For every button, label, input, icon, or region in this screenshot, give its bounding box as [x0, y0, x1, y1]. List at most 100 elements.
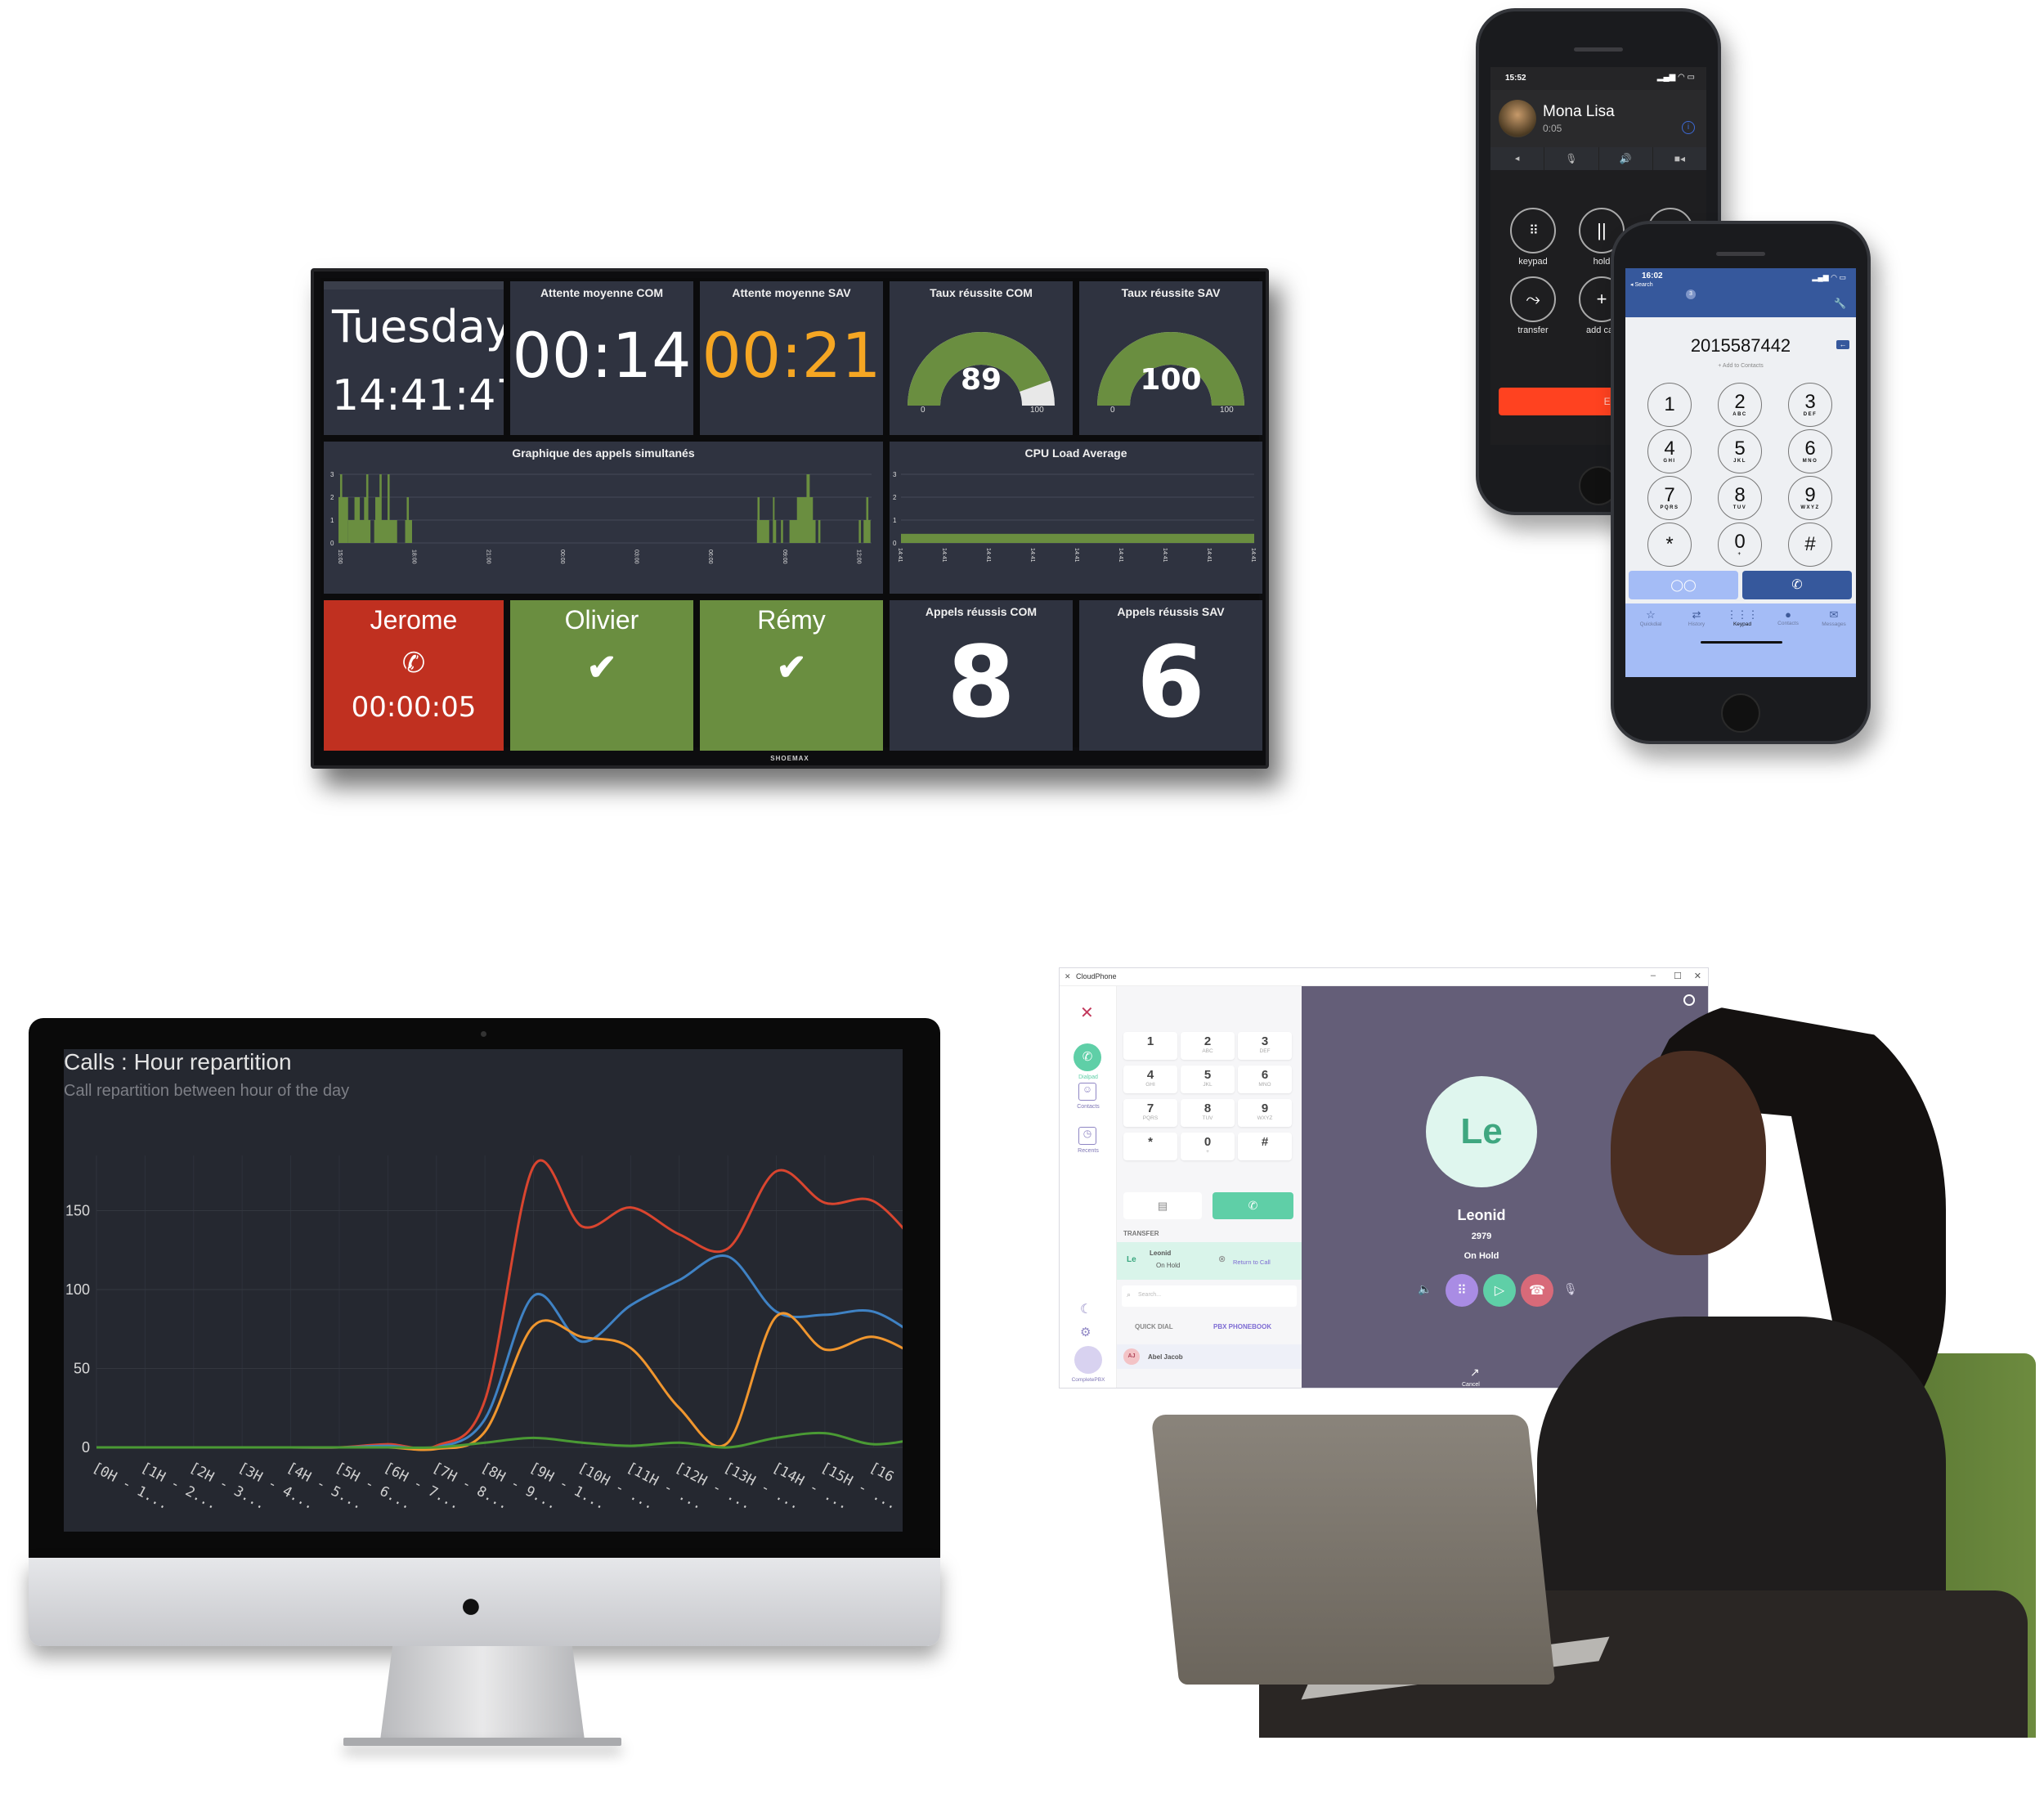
- cp-dial-key[interactable]: 4 GHI: [1123, 1066, 1177, 1093]
- tile-title: Attente moyenne COM: [540, 286, 664, 299]
- back-to-search-link[interactable]: ◂ Search: [1630, 281, 1653, 288]
- contact-list-item[interactable]: AJ Abel Jacob: [1117, 1344, 1302, 1369]
- dial-key[interactable]: 5 JKL: [1718, 429, 1762, 473]
- cancel-transfer-icon[interactable]: ⊗: [1218, 1254, 1226, 1264]
- speaker-icon[interactable]: 🔊: [1599, 147, 1653, 170]
- tab-messages[interactable]: ✉ Messages: [1812, 608, 1856, 627]
- signal-battery-icons: ▂▄▆ ◠ ▭: [1812, 273, 1846, 281]
- dial-key[interactable]: 0 +: [1718, 523, 1762, 567]
- tab-label: Quickdial: [1639, 621, 1662, 627]
- resume-button[interactable]: ▷: [1483, 1274, 1516, 1307]
- sidebar-item-dialpad[interactable]: Dialpad: [1060, 1074, 1117, 1080]
- dial-key[interactable]: #: [1788, 523, 1832, 567]
- dial-key[interactable]: 7 PQRS: [1647, 476, 1692, 520]
- backspace-icon[interactable]: ←: [1836, 340, 1849, 349]
- cp-sidebar: ✕ ✆ Dialpad ☺ Contacts ◷ Recents ☾ ⚙ Com…: [1060, 986, 1117, 1388]
- settings-icon[interactable]: ⚙: [1080, 1325, 1091, 1339]
- agent-tile-remy[interactable]: Rémy ✔: [700, 600, 883, 751]
- dial-key-letters: JKL: [1203, 1082, 1213, 1088]
- cp-dial-key[interactable]: *: [1123, 1133, 1177, 1160]
- add-to-contacts-link[interactable]: + Add to Contacts: [1625, 363, 1856, 369]
- cp-call-button[interactable]: ✆: [1213, 1192, 1293, 1219]
- bar: [866, 497, 869, 543]
- sidebar-item-recents[interactable]: Recents: [1060, 1148, 1117, 1154]
- return-to-call-link[interactable]: Return to Call: [1233, 1258, 1271, 1266]
- gauge-com-value: 89: [960, 363, 1002, 397]
- dial-call-button[interactable]: ✆: [1742, 571, 1852, 599]
- cp-dial-key[interactable]: 8 TUV: [1181, 1099, 1235, 1127]
- keypad-button[interactable]: ⠿: [1446, 1274, 1478, 1307]
- dialpad-nav-icon[interactable]: ✆: [1074, 1043, 1101, 1071]
- dial-key[interactable]: 8 TUV: [1718, 476, 1762, 520]
- home-button[interactable]: [1721, 693, 1760, 733]
- cancel-arrow-icon[interactable]: ↗: [1470, 1366, 1480, 1380]
- tile-title: Appels réussis COM: [925, 605, 1038, 618]
- video-icon[interactable]: ■◂: [1653, 147, 1706, 170]
- cp-dial-key[interactable]: 1: [1123, 1032, 1177, 1060]
- dial-key[interactable]: 2 ABC: [1718, 383, 1762, 427]
- tab-quickdial[interactable]: ☆ Quickdial: [1629, 608, 1673, 627]
- microphone-icon[interactable]: 🎙: [1563, 1282, 1578, 1296]
- keypad-button[interactable]: ⠿: [1510, 208, 1556, 253]
- minimize-button[interactable]: –: [1651, 971, 1656, 980]
- phone-icon: ✆: [1248, 1199, 1258, 1212]
- dark-mode-icon[interactable]: ☾: [1080, 1301, 1091, 1317]
- account-avatar[interactable]: [1074, 1346, 1102, 1374]
- agent-tile-jerome[interactable]: Jerome ✆ 00:00:05: [324, 600, 504, 751]
- close-button[interactable]: ✕: [1694, 971, 1701, 981]
- dial-key[interactable]: *: [1647, 523, 1692, 567]
- transfer-button[interactable]: ⤳: [1510, 276, 1556, 322]
- contacts-icon[interactable]: ☺: [1078, 1083, 1096, 1101]
- tab-label: Messages: [1822, 621, 1846, 627]
- cp-search-input[interactable]: ⌕ Search...: [1122, 1285, 1297, 1307]
- back-icon[interactable]: ◂: [1490, 147, 1545, 170]
- cancel-label[interactable]: Cancel: [1462, 1382, 1480, 1388]
- cp-logo-icon: ✕: [1080, 1004, 1094, 1022]
- cp-dial-key[interactable]: 6 MNO: [1238, 1066, 1292, 1093]
- wrench-icon[interactable]: 🔧: [1834, 298, 1846, 309]
- cp-dial-key[interactable]: 2 ABC: [1181, 1032, 1235, 1060]
- transfer-item[interactable]: Le Leonid On Hold ⊗ Return to Call: [1117, 1242, 1302, 1280]
- imac-stand-base: [343, 1738, 621, 1746]
- tab-quick-dial[interactable]: QUICK DIAL: [1135, 1323, 1173, 1330]
- cp-dial-key[interactable]: #: [1238, 1133, 1292, 1160]
- dial-key[interactable]: 4 GHI: [1647, 429, 1692, 473]
- message-button[interactable]: ▤: [1123, 1192, 1202, 1219]
- voicemail-button[interactable]: ◯◯: [1629, 571, 1738, 599]
- record-icon[interactable]: [1683, 994, 1695, 1006]
- hangup-button[interactable]: ☎: [1521, 1274, 1553, 1307]
- success-com-tile: Appels réussis COM 8: [890, 600, 1073, 751]
- cp-dial-key[interactable]: 9 WXYZ: [1238, 1099, 1292, 1127]
- x-tick-label: 03:00: [634, 550, 639, 564]
- speaker-icon[interactable]: 🔈: [1418, 1282, 1432, 1296]
- hour-repartition-chart: 050100150[0H - 1...[1H - 2...[2H - 3...[…: [65, 1155, 903, 1513]
- bar: [365, 474, 369, 543]
- person-head: [1611, 1051, 1766, 1255]
- cp-dial-key[interactable]: 0 +: [1181, 1133, 1235, 1160]
- simultaneous-calls-chart: Graphique des appels simultanés 0 1 2 3 15:0…: [324, 442, 883, 594]
- bar: [406, 497, 410, 543]
- tab-contacts[interactable]: ● Contacts: [1766, 608, 1810, 626]
- cp-dial-key[interactable]: 7 PQRS: [1123, 1099, 1177, 1127]
- dialer-screen: 16:02 ◂ Search ▂▄▆ ◠ ▭ 3 🔧 2015587442 ← …: [1625, 268, 1856, 677]
- recents-icon[interactable]: ◷: [1078, 1127, 1096, 1145]
- call-extension: 2979: [1471, 1232, 1492, 1241]
- maximize-button[interactable]: ☐: [1674, 971, 1682, 981]
- dial-key[interactable]: 9 WXYZ: [1788, 476, 1832, 520]
- microphone-icon[interactable]: 🎙: [1544, 147, 1599, 170]
- tab-keypad[interactable]: ⋮⋮⋮ Keypad: [1720, 608, 1764, 627]
- info-icon[interactable]: i: [1682, 121, 1695, 134]
- cp-dial-key[interactable]: 5 JKL: [1181, 1066, 1235, 1093]
- agent-tile-olivier[interactable]: Olivier ✔: [510, 600, 693, 751]
- cp-dial-key[interactable]: 3 DEF: [1238, 1032, 1292, 1060]
- x-tick-label: 21:00: [485, 550, 491, 564]
- y-tick-label: 0: [330, 540, 334, 547]
- dial-key[interactable]: 3 DEF: [1788, 383, 1832, 427]
- contacts-icon: ●: [1785, 608, 1791, 621]
- dial-key[interactable]: 6 MNO: [1788, 429, 1832, 473]
- x-tick-label: 06:00: [707, 550, 713, 564]
- sidebar-item-contacts[interactable]: Contacts: [1060, 1104, 1117, 1110]
- tab-pbx-phonebook[interactable]: PBX PHONEBOOK: [1213, 1323, 1271, 1330]
- tab-history[interactable]: ⇄ History: [1674, 608, 1719, 627]
- dial-key[interactable]: 1: [1647, 383, 1692, 427]
